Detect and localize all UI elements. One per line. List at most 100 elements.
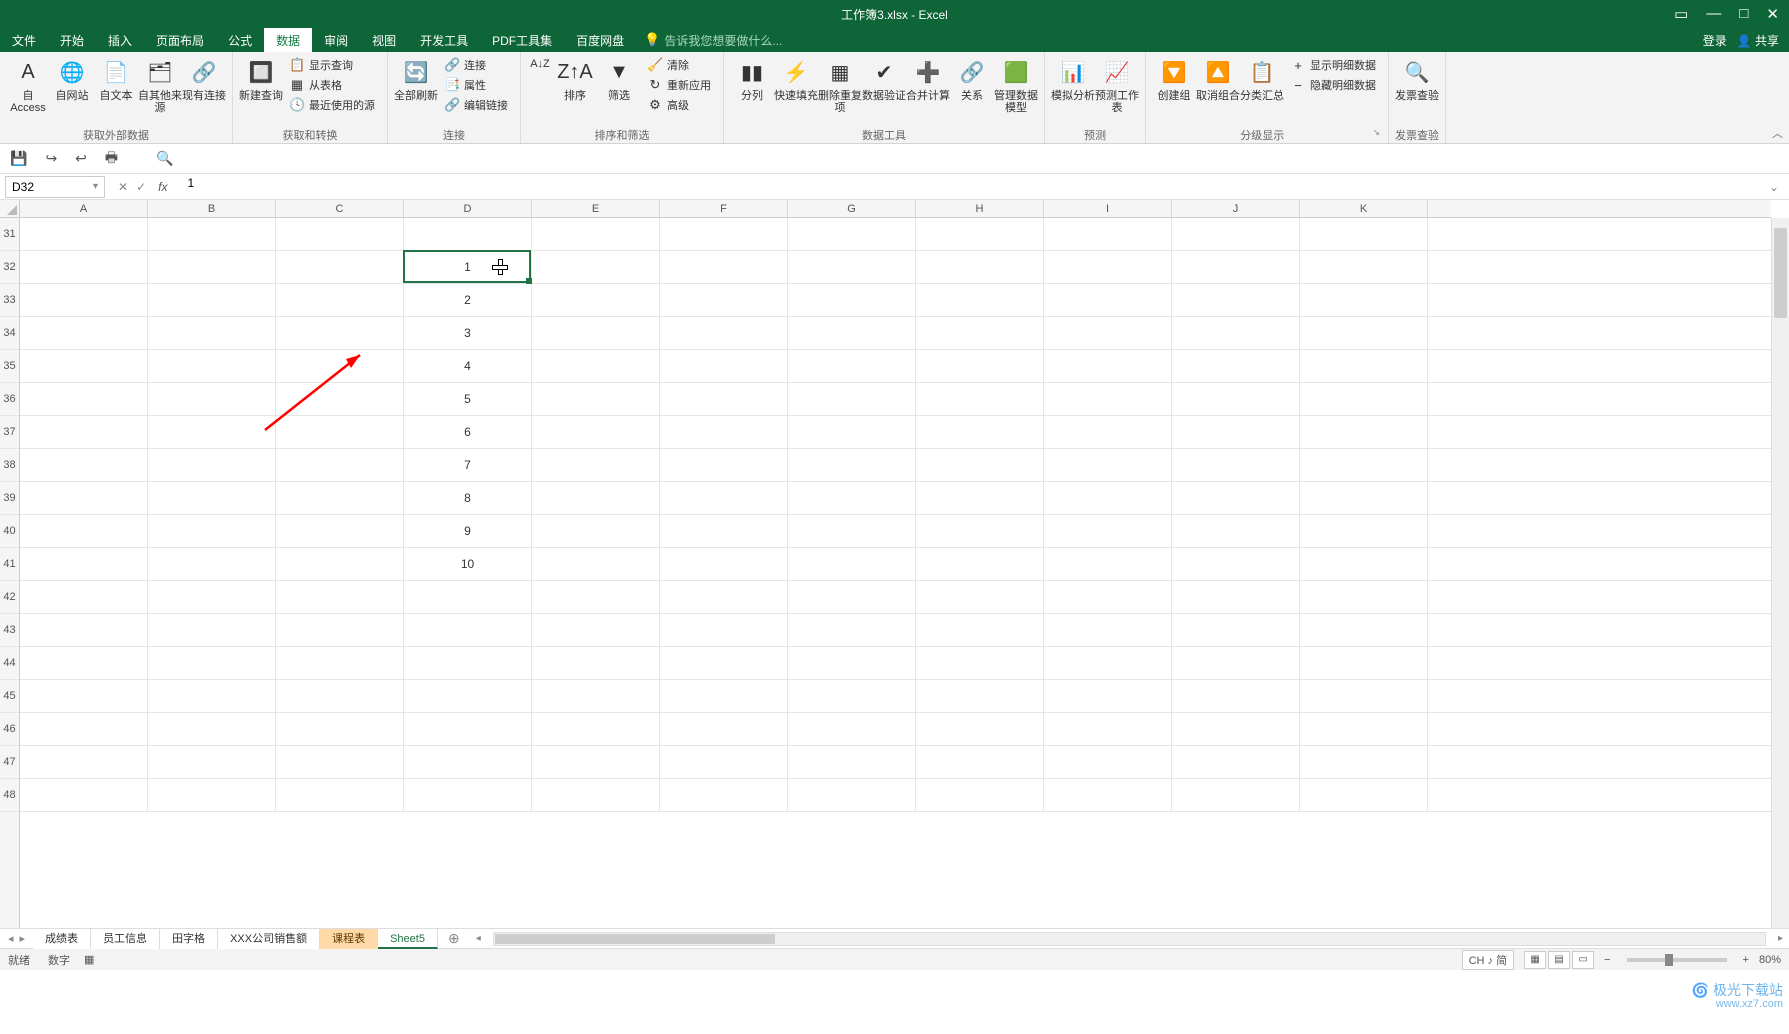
undo-button[interactable]: ↩ — [75, 150, 87, 167]
cell[interactable] — [1300, 713, 1428, 746]
enter-formula-button[interactable]: ✓ — [136, 180, 146, 194]
page-layout-view-button[interactable]: ▤ — [1548, 951, 1570, 969]
row-header[interactable]: 32 — [0, 251, 19, 284]
from-web-button[interactable]: 🌐自网站 — [50, 54, 94, 124]
cell[interactable] — [148, 614, 276, 647]
maximize-button[interactable]: □ — [1739, 5, 1748, 23]
row-header[interactable]: 33 — [0, 284, 19, 317]
sort-dialog-button[interactable]: Z↑A排序 — [553, 54, 597, 124]
cell[interactable] — [660, 218, 788, 251]
cell[interactable] — [1044, 779, 1172, 812]
dialog-launcher-button[interactable]: ↘ — [1372, 127, 1382, 138]
cell[interactable] — [20, 746, 148, 779]
cell[interactable] — [20, 548, 148, 581]
cell[interactable] — [660, 548, 788, 581]
tab-view[interactable]: 视图 — [360, 28, 408, 52]
column-header[interactable]: G — [788, 200, 916, 217]
cell[interactable] — [1044, 218, 1172, 251]
tab-pdf-tools[interactable]: PDF工具集 — [480, 28, 564, 52]
cell[interactable] — [916, 746, 1044, 779]
cell[interactable] — [788, 251, 916, 284]
cell[interactable] — [20, 515, 148, 548]
quick-print-button[interactable]: 🖶 — [105, 147, 118, 171]
row-header[interactable]: 36 — [0, 383, 19, 416]
cell[interactable] — [276, 680, 404, 713]
cell[interactable] — [20, 251, 148, 284]
filter-button[interactable]: ▼筛选 — [597, 54, 641, 124]
cell[interactable] — [660, 680, 788, 713]
cell[interactable] — [1044, 251, 1172, 284]
sort-az-button[interactable]: A↓Z — [527, 54, 553, 88]
cell[interactable] — [20, 779, 148, 812]
cell[interactable] — [276, 746, 404, 779]
cell[interactable] — [788, 548, 916, 581]
cell[interactable] — [532, 614, 660, 647]
cell[interactable] — [1300, 614, 1428, 647]
cell[interactable] — [788, 680, 916, 713]
cell[interactable] — [532, 515, 660, 548]
zoom-slider-knob[interactable] — [1665, 954, 1673, 966]
cell[interactable] — [1044, 350, 1172, 383]
cell[interactable] — [20, 647, 148, 680]
cell[interactable] — [1172, 449, 1300, 482]
cell[interactable] — [788, 746, 916, 779]
remove-duplicates-button[interactable]: ▦删除重复项 — [818, 54, 862, 124]
cell[interactable] — [148, 779, 276, 812]
cell[interactable] — [1172, 680, 1300, 713]
cell[interactable]: 5 — [404, 383, 532, 416]
zoom-out-button[interactable]: − — [1604, 954, 1610, 966]
cell[interactable] — [916, 218, 1044, 251]
cell[interactable]: 4 — [404, 350, 532, 383]
column-header[interactable]: H — [916, 200, 1044, 217]
cell[interactable] — [1044, 548, 1172, 581]
sheet-tab[interactable]: 田字格 — [160, 929, 218, 949]
spreadsheet-grid[interactable]: ABCDEFGHIJK 3132333435363738394041424344… — [0, 200, 1789, 928]
tab-baidu-netdisk[interactable]: 百度网盘 — [564, 28, 636, 52]
cell[interactable] — [788, 713, 916, 746]
tab-review[interactable]: 审阅 — [312, 28, 360, 52]
cell[interactable] — [1300, 383, 1428, 416]
cell[interactable] — [1172, 515, 1300, 548]
cell[interactable] — [276, 251, 404, 284]
from-table-button[interactable]: ▦从表格 — [285, 76, 379, 94]
cell[interactable] — [1044, 482, 1172, 515]
cell[interactable] — [148, 251, 276, 284]
cell[interactable] — [788, 482, 916, 515]
cell[interactable] — [1172, 350, 1300, 383]
cell[interactable] — [916, 383, 1044, 416]
cell[interactable] — [532, 416, 660, 449]
cell[interactable] — [532, 581, 660, 614]
row-header[interactable]: 46 — [0, 713, 19, 746]
cell[interactable] — [788, 416, 916, 449]
row-header[interactable]: 44 — [0, 647, 19, 680]
cell[interactable] — [20, 614, 148, 647]
cell[interactable] — [916, 515, 1044, 548]
cell[interactable] — [1172, 317, 1300, 350]
cell[interactable] — [148, 317, 276, 350]
cell[interactable] — [916, 350, 1044, 383]
print-preview-button[interactable]: 🔍 — [156, 150, 173, 167]
tab-file[interactable]: 文件 — [0, 28, 48, 52]
cell[interactable] — [788, 647, 916, 680]
refresh-all-button[interactable]: 🔄全部刷新 — [394, 54, 438, 124]
cell[interactable] — [660, 416, 788, 449]
sheet-tab[interactable]: 课程表 — [320, 929, 378, 949]
from-other-sources-button[interactable]: 🗂自其他来源 — [138, 54, 182, 124]
cells-viewport[interactable]: 12345678910 — [20, 218, 1771, 928]
cell[interactable] — [660, 317, 788, 350]
cell[interactable] — [1300, 416, 1428, 449]
save-button[interactable]: 💾 — [10, 150, 27, 167]
cell[interactable] — [788, 218, 916, 251]
column-header[interactable]: A — [20, 200, 148, 217]
zoom-level-button[interactable]: 80% — [1759, 954, 1781, 966]
zoom-in-button[interactable]: + — [1743, 954, 1749, 966]
cell[interactable] — [660, 482, 788, 515]
cell[interactable]: 2 — [404, 284, 532, 317]
scrollbar-thumb[interactable] — [495, 934, 775, 944]
cell[interactable] — [20, 713, 148, 746]
select-all-button[interactable] — [0, 200, 20, 218]
invoice-check-button[interactable]: 🔍发票查验 — [1395, 54, 1439, 124]
cell[interactable] — [1300, 350, 1428, 383]
cell[interactable] — [1044, 614, 1172, 647]
cell[interactable] — [148, 350, 276, 383]
